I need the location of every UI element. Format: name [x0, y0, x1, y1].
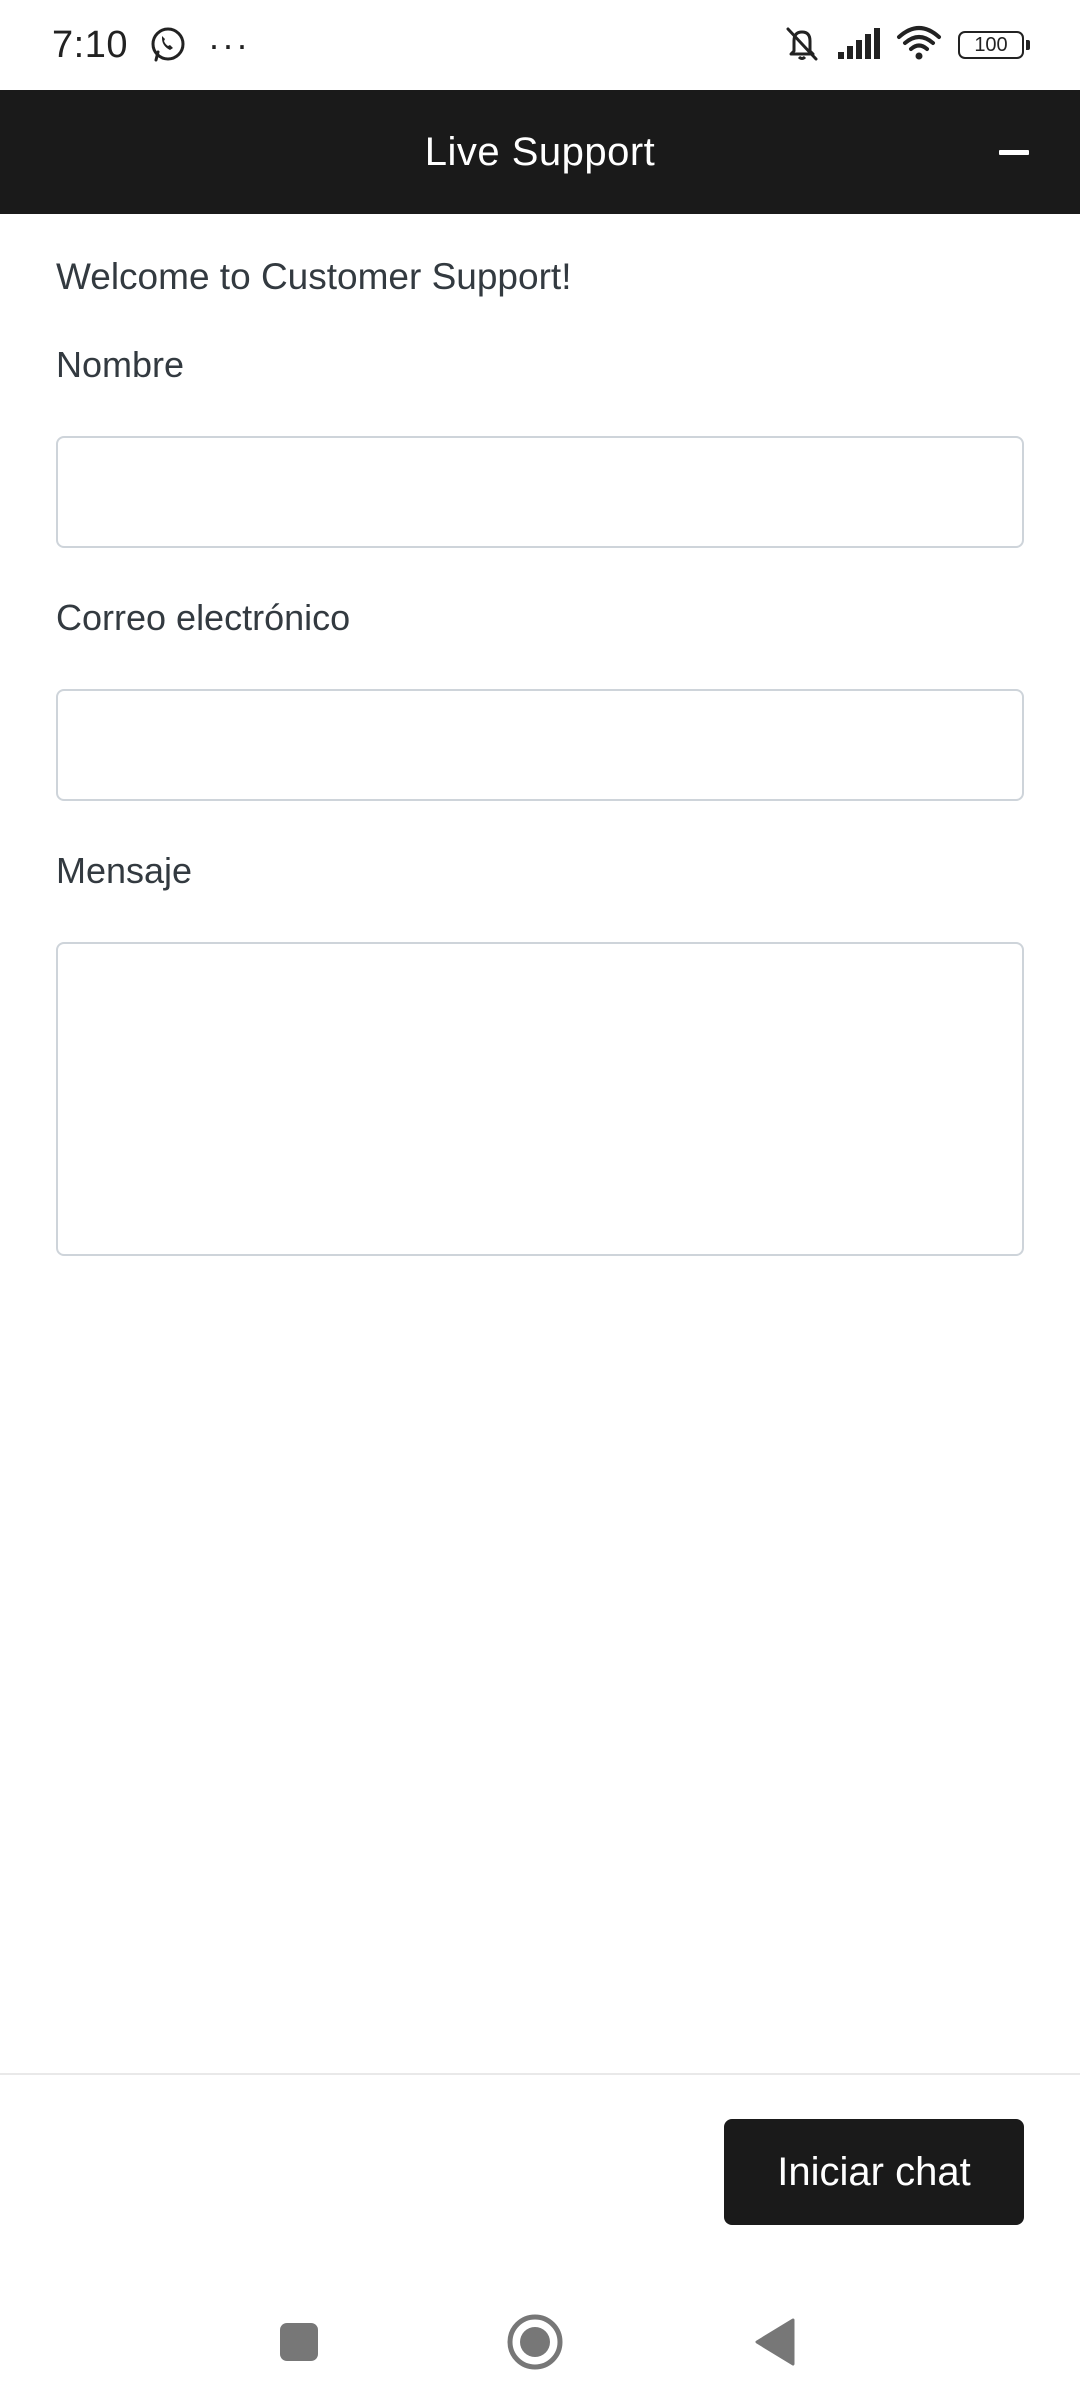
status-right: 100 [768, 23, 1030, 68]
minimize-icon [999, 149, 1029, 155]
bell-muted-icon [782, 23, 822, 68]
email-label: Correo electrónico [56, 597, 351, 638]
message-label: Mensaje [56, 850, 193, 891]
wifi-icon [896, 25, 942, 66]
pre-chat-form: Welcome to Customer Support! Nombre Corr… [56, 214, 1024, 1256]
signal-icon [836, 26, 882, 65]
welcome-message: Welcome to Customer Support! [56, 256, 572, 297]
back-button[interactable] [740, 2307, 810, 2377]
email-input[interactable] [56, 689, 1024, 801]
overflow-dots: ··· [207, 24, 250, 65]
battery-icon: 100 [958, 31, 1030, 59]
name-input[interactable] [56, 436, 1024, 548]
status-time: 7:10 [52, 23, 128, 66]
recents-icon [280, 2323, 318, 2361]
header-title: Live Support [424, 129, 656, 174]
home-icon [507, 2314, 563, 2370]
back-icon [755, 2318, 795, 2366]
form-footer: Iniciar chat [0, 2073, 1080, 2293]
start-chat-button[interactable]: Iniciar chat [724, 2119, 1024, 2225]
message-textarea[interactable] [56, 942, 1024, 1256]
chat-header: Live Support [0, 90, 1080, 214]
home-button[interactable] [500, 2307, 570, 2377]
system-nav-bar [0, 2283, 1080, 2400]
minimize-button[interactable] [984, 128, 1044, 176]
recents-button[interactable] [264, 2307, 334, 2377]
status-bar: 7:10 ··· 100 [0, 0, 1080, 90]
live-support-screen: 7:10 ··· 100 Live Support Welcome to Cus… [0, 0, 1080, 2400]
whatsapp-icon [148, 25, 188, 65]
name-label: Nombre [56, 344, 185, 385]
battery-level: 100 [974, 33, 1008, 56]
status-left: 7:10 ··· [52, 24, 250, 67]
